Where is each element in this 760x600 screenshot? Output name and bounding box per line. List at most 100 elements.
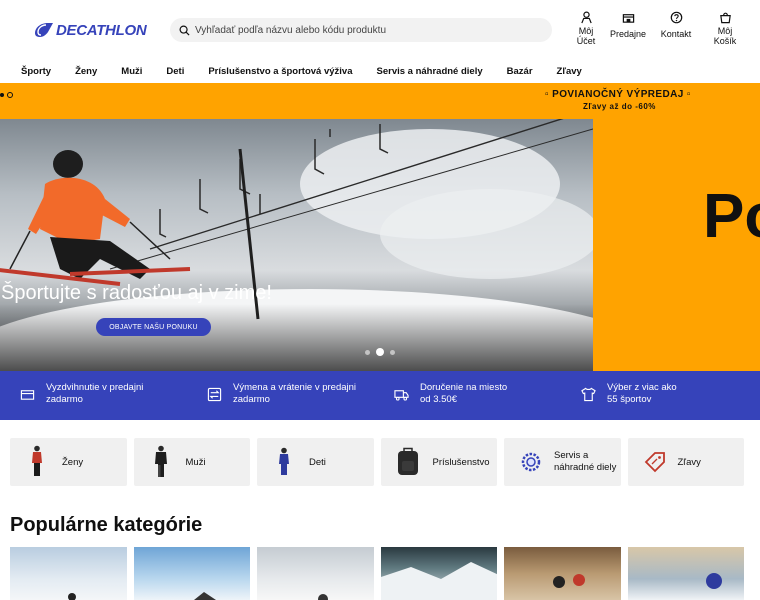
woman-figure-icon [20, 444, 54, 480]
category-prislusenstvo[interactable]: Príslušenstvo [380, 438, 498, 486]
tshirt-icon [581, 387, 596, 402]
cart-button[interactable]: Môj Košík [704, 11, 746, 46]
contact-label: Kontakt [660, 29, 692, 39]
carousel-dot[interactable] [365, 349, 370, 355]
hero-next-slide[interactable]: Po [593, 119, 760, 371]
nav-item-zlavy[interactable]: Zľavy [557, 66, 582, 77]
nav-item-zeny[interactable]: Ženy [75, 66, 97, 77]
nav-item-muzi[interactable]: Muži [121, 66, 142, 77]
popular-tile-image [318, 594, 328, 600]
man-figure-icon [144, 444, 178, 480]
account-button[interactable]: Môj Účet [566, 11, 606, 46]
popular-tile-image [193, 592, 216, 600]
cart-label-1: Môj [717, 26, 733, 36]
promo-dot [0, 93, 4, 97]
search-bar[interactable] [170, 18, 552, 42]
exchange-icon [207, 387, 222, 402]
benefit-delivery-line2: od 3.50€ [420, 394, 457, 405]
category-muzi-label: Muži [185, 456, 206, 468]
promo-title: ▫ POVIANOČNÝ VÝPREDAJ ▫ [545, 89, 691, 100]
cart-label-2: Košík [713, 36, 737, 46]
main-nav: Športy Ženy Muži Deti Príslušenstvo a šp… [0, 60, 760, 82]
benefit-pickup-line2: zadarmo [46, 394, 83, 405]
popular-tile[interactable] [257, 547, 374, 600]
hero-cta-button[interactable]: OBJAVTE NAŠU PONUKU [96, 318, 211, 336]
popular-tile-image [705, 573, 722, 589]
popular-tile[interactable] [133, 547, 251, 600]
store-icon [622, 14, 634, 23]
promo-banner[interactable]: ▫ POVIANOČNÝ VÝPREDAJ ▫ Zľavy až do -60% [0, 83, 760, 119]
category-zlavy-label: Zľavy [677, 456, 701, 468]
help-icon [670, 11, 682, 24]
category-servis-label-1: Servis a [554, 450, 589, 461]
benefit-sports-line2: 55 športov [607, 394, 652, 405]
search-icon [179, 25, 190, 36]
category-zlavy[interactable]: Zľavy [627, 438, 745, 486]
category-servis-label-2: náhradné diely [554, 462, 617, 473]
category-deti[interactable]: Deti [257, 438, 374, 486]
popular-tile[interactable] [10, 547, 127, 600]
benefit-sports-line1: Výber z viac ako [607, 382, 677, 393]
carousel-dot-active[interactable] [376, 348, 384, 356]
benefit-delivery-line1: Doručenie na miesto [420, 382, 508, 393]
category-tiles: Ženy Muži Deti Príslušenstvo Servis a ná… [10, 438, 751, 486]
cart-icon [719, 12, 731, 24]
gear-service-icon [514, 444, 548, 480]
benefits-bar: Vyzdvihnutie v predajni zadarmo Výmena a… [0, 371, 760, 420]
hero-banner[interactable]: Športujte s radosťou aj v zime! OBJAVTE … [0, 119, 593, 371]
nav-item-bazar[interactable]: Bazár [507, 66, 533, 77]
snowflake-icon: ▫ [686, 89, 691, 100]
nav-item-deti[interactable]: Deti [166, 66, 184, 77]
promo-subtitle: Zľavy až do -60% [583, 102, 656, 111]
popular-tile-image [380, 562, 498, 600]
nav-item-sporty[interactable]: Športy [21, 66, 51, 77]
nav-item-prislusenstvo[interactable]: Príslušenstvo a športová výživa [208, 66, 352, 77]
benefit-pickup-line1: Vyzdvihnutie v predajni [46, 382, 144, 393]
promo-title-text: POVIANOČNÝ VÝPREDAJ [552, 89, 684, 100]
category-zeny-label: Ženy [62, 456, 84, 468]
benefit-sports: Výber z viac ako 55 športov [581, 382, 677, 406]
popular-tile-image [68, 593, 76, 600]
search-input[interactable] [195, 24, 535, 36]
benefit-exchange-line1: Výmena a vrátenie v predajni [233, 382, 357, 393]
stores-button[interactable]: Predajne [606, 11, 650, 46]
backpack-icon [391, 444, 425, 480]
account-label-1: Môj [578, 26, 594, 36]
popular-tile[interactable] [504, 547, 621, 600]
category-muzi[interactable]: Muži [133, 438, 251, 486]
carousel-dot[interactable] [390, 349, 395, 355]
category-deti-label: Deti [309, 456, 326, 468]
header-actions: Môj Účet Predajne Kontakt Môj Košík [566, 11, 746, 46]
popular-tile[interactable] [627, 547, 745, 600]
popular-tile-image [553, 574, 585, 588]
truck-icon [394, 390, 409, 401]
snowflake-icon: ▫ [545, 89, 549, 100]
nav-item-servis[interactable]: Servis a náhradné diely [377, 66, 483, 77]
hero-headline: Športujte s radosťou aj v zime! [1, 282, 272, 304]
category-servis[interactable]: Servis a náhradné diely [504, 438, 621, 486]
category-prislusenstvo-label: Príslušenstvo [432, 456, 490, 468]
discount-tag-icon [638, 444, 672, 480]
store-pickup-icon [20, 390, 35, 400]
stores-label: Predajne [609, 29, 647, 39]
contact-button[interactable]: Kontakt [652, 11, 700, 46]
benefit-delivery: Doručenie na miesto od 3.50€ [394, 382, 507, 406]
category-zeny[interactable]: Ženy [10, 438, 127, 486]
logo-mark-icon [35, 23, 53, 37]
popular-categories-grid [10, 547, 751, 600]
site-header: DECATHLON Môj Účet Predajne [0, 0, 760, 56]
benefit-pickup: Vyzdvihnutie v predajni zadarmo [20, 382, 143, 406]
child-figure-icon [267, 444, 301, 480]
benefit-exchange-line2: zadarmo [233, 394, 270, 405]
decathlon-logo[interactable]: DECATHLON [34, 19, 147, 41]
popular-categories-title: Populárne kategórie [10, 514, 203, 536]
hero-next-slide-text: Po [703, 182, 760, 251]
user-icon [580, 11, 592, 24]
promo-dot-outline [7, 92, 13, 98]
benefit-exchange: Výmena a vrátenie v predajni zadarmo [207, 382, 356, 406]
account-label-2: Účet [576, 36, 596, 46]
logo-text: DECATHLON [56, 21, 147, 39]
carousel-dots [365, 348, 401, 356]
hero-gradient [0, 304, 593, 371]
popular-tile[interactable] [380, 547, 498, 600]
